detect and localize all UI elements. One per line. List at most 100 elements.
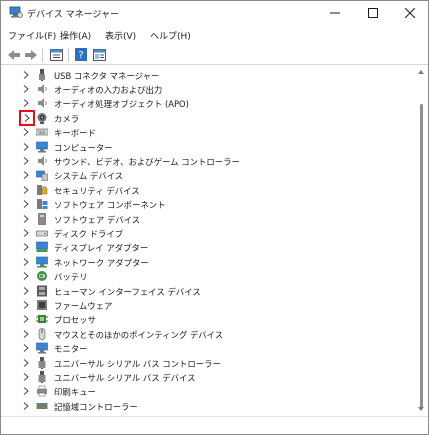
keyboard-icon [36,128,48,136]
chevron-right-icon [23,142,29,151]
tree-item[interactable]: モニター [3,341,412,355]
expand-toggle[interactable] [20,212,32,226]
tree-item-label: オーディオ処理オブジェクト (APO) [54,99,189,110]
tree-item-label: ファームウェア [54,300,113,311]
tree-item[interactable]: バッテリ [3,269,412,283]
expand-toggle[interactable] [20,370,32,384]
tree-item[interactable]: ディスプレイ アダプター [3,240,412,254]
minimize-button[interactable] [317,1,353,25]
computer-icon [36,141,48,152]
chevron-right-icon [23,128,29,136]
expand-toggle[interactable] [20,125,32,139]
expand-toggle[interactable] [20,341,32,355]
expand-toggle[interactable] [20,384,32,398]
menu-help[interactable]: ヘルプ(H) [150,29,191,42]
menu-file[interactable]: ファイル(F) [8,29,56,42]
tree-item[interactable]: システム デバイス [3,168,412,182]
expand-toggle[interactable] [20,226,32,240]
chevron-right-icon [23,214,29,223]
chevron-right-icon [23,373,29,381]
tree-item[interactable]: ファームウェア [3,298,412,312]
close-button[interactable] [392,1,428,25]
chevron-right-icon [23,171,29,180]
tree-item[interactable]: セキュリティ デバイス [3,183,412,197]
usb-controller-icon [38,370,46,383]
scrollbar-thumb[interactable] [420,104,423,409]
tree-item[interactable]: ソフトウェア コンポーネント [3,197,412,211]
tree-item-label: ディスク ドライブ [54,228,124,239]
tree-item-label: ディスプレイ アダプター [54,243,149,254]
software-device-icon [38,212,46,225]
expand-toggle[interactable] [20,356,32,370]
tree-item-label: 記憶域コントローラー [54,401,138,412]
tree-item[interactable]: カメラ [3,109,412,126]
tree-item[interactable]: プロセッサ [3,312,412,326]
expand-toggle[interactable] [19,109,35,126]
expand-toggle[interactable] [20,269,32,283]
tree-item[interactable]: 記憶域コントローラー [3,399,412,413]
expand-toggle[interactable] [20,96,32,110]
tree-item[interactable]: ユニバーサル シリアル バス デバイス [3,370,412,384]
back-button[interactable] [6,47,22,62]
maximize-button[interactable] [355,1,391,25]
tree-item[interactable]: USB コネクタ マネージャー [3,68,412,82]
tree-item[interactable]: ユニバーサル シリアル バス コントローラー [3,356,412,370]
expand-toggle[interactable] [20,240,32,254]
maximize-icon [368,8,378,18]
help-button[interactable]: ? [73,47,89,62]
tree-item[interactable]: オーディオ処理オブジェクト (APO) [3,96,412,110]
chevron-right-icon [23,200,29,208]
title-bar[interactable]: デバイス マネージャー [1,1,428,25]
expand-toggle[interactable] [20,140,32,154]
tree-item[interactable]: ヒューマン インターフェイス デバイス [3,284,412,298]
expand-toggle[interactable] [20,68,32,82]
expand-toggle[interactable] [20,197,32,211]
expand-toggle[interactable] [20,284,32,298]
chevron-right-icon [23,272,29,280]
scroll-down-icon[interactable] [417,405,425,413]
tree-item[interactable]: 印刷キュー [3,384,412,398]
chevron-right-icon [23,243,29,252]
tree-item[interactable]: ネットワーク アダプター [3,255,412,269]
minimize-icon [330,12,340,14]
expand-toggle[interactable] [20,255,32,269]
monitor-icon [36,342,48,354]
tree-item[interactable]: キーボード [3,125,412,139]
forward-arrow-icon [25,49,37,60]
expand-toggle[interactable] [20,312,32,326]
tree-item-label: 印刷キュー [54,387,96,398]
scroll-up-icon[interactable] [417,68,425,76]
chevron-right-icon [23,358,29,367]
tree-item-label: オーディオの入力および出力 [54,84,163,95]
tree-item[interactable]: ディスク ドライブ [3,226,412,240]
chevron-right-icon [23,85,29,93]
help-icon: ? [75,48,87,61]
tree-item[interactable]: サウンド、ビデオ、およびゲーム コントローラー [3,154,412,168]
chevron-right-icon [24,113,30,122]
device-tree[interactable]: USB コネクタ マネージャーオーディオの入力および出力オーディオ処理オブジェク… [3,66,412,416]
tree-item[interactable]: オーディオの入力および出力 [3,82,412,96]
tree-item[interactable]: マウスとそのほかのポインティング デバイス [3,327,412,341]
tree-item[interactable]: コンピューター [3,140,412,154]
expand-toggle[interactable] [20,154,32,168]
tree-item[interactable]: ソフトウェア デバイス [3,212,412,226]
expand-toggle[interactable] [20,327,32,341]
firmware-icon [37,299,47,310]
network-adapter-icon [36,256,48,268]
properties-button[interactable] [48,47,64,62]
vertical-scrollbar[interactable] [414,66,428,416]
status-bar [1,416,428,434]
menu-action[interactable]: 操作(A) [60,29,91,42]
expand-toggle[interactable] [20,82,32,96]
expand-toggle[interactable] [20,298,32,312]
view-panel-button[interactable] [91,47,107,62]
storage-controller-icon [36,402,48,409]
expand-toggle[interactable] [20,168,32,182]
forward-button[interactable] [23,47,39,62]
chevron-right-icon [23,157,29,165]
security-device-icon [37,184,48,195]
expand-toggle[interactable] [20,183,32,197]
expand-toggle[interactable] [20,399,32,413]
menu-view[interactable]: 表示(V) [105,29,136,42]
tree-item-label: キーボード [54,128,96,139]
